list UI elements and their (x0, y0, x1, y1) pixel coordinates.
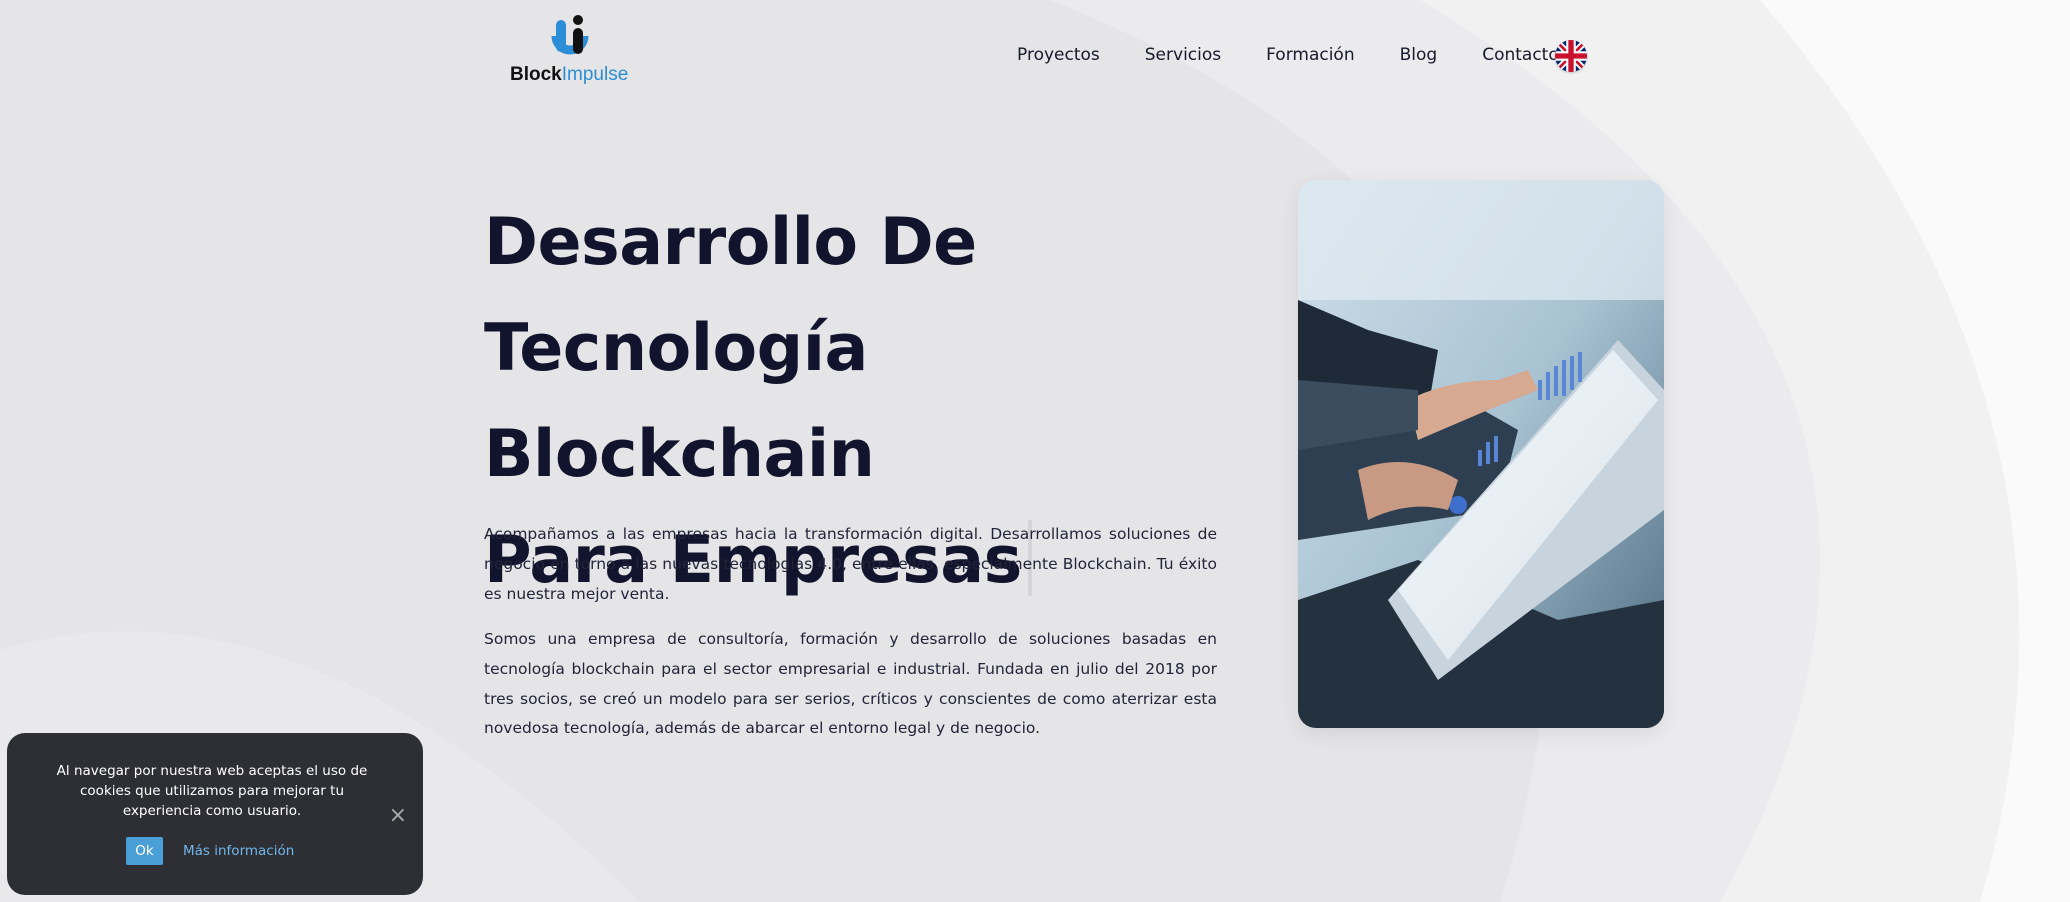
hero-title-line-2: Tecnología Blockchain (484, 311, 875, 492)
blockimpulse-logo[interactable]: BlockImpulse (508, 14, 638, 90)
cookie-ok-button[interactable]: Ok (126, 837, 163, 865)
nav-contacto[interactable]: Contacto (1482, 45, 1559, 65)
nav-formacion[interactable]: Formación (1266, 45, 1355, 65)
main-nav: Proyectos Servicios Formación Blog Conta… (1017, 45, 1559, 65)
nav-servicios[interactable]: Servicios (1145, 45, 1221, 65)
hero-photo-tablet (1298, 180, 1664, 728)
hero-title-line-1: Desarrollo De (484, 205, 977, 280)
cookie-banner: Al navegar por nuestra web aceptas el us… (7, 733, 423, 895)
nav-proyectos[interactable]: Proyectos (1017, 45, 1100, 65)
hero-paragraph-2: Somos una empresa de consultoría, formac… (484, 630, 1217, 738)
hero-paragraph-1: Acompañamos a las empresas hacia la tran… (484, 525, 1217, 603)
uk-flag-icon[interactable] (1555, 40, 1587, 72)
bi-logo-icon (551, 15, 589, 55)
cookie-more-info-link[interactable]: Más información (183, 843, 294, 859)
nav-blog[interactable]: Blog (1400, 45, 1438, 65)
cookie-message: Al navegar por nuestra web aceptas el us… (56, 763, 368, 819)
logo-wordmark: BlockImpulse (510, 64, 629, 85)
close-icon[interactable]: × (389, 805, 407, 827)
